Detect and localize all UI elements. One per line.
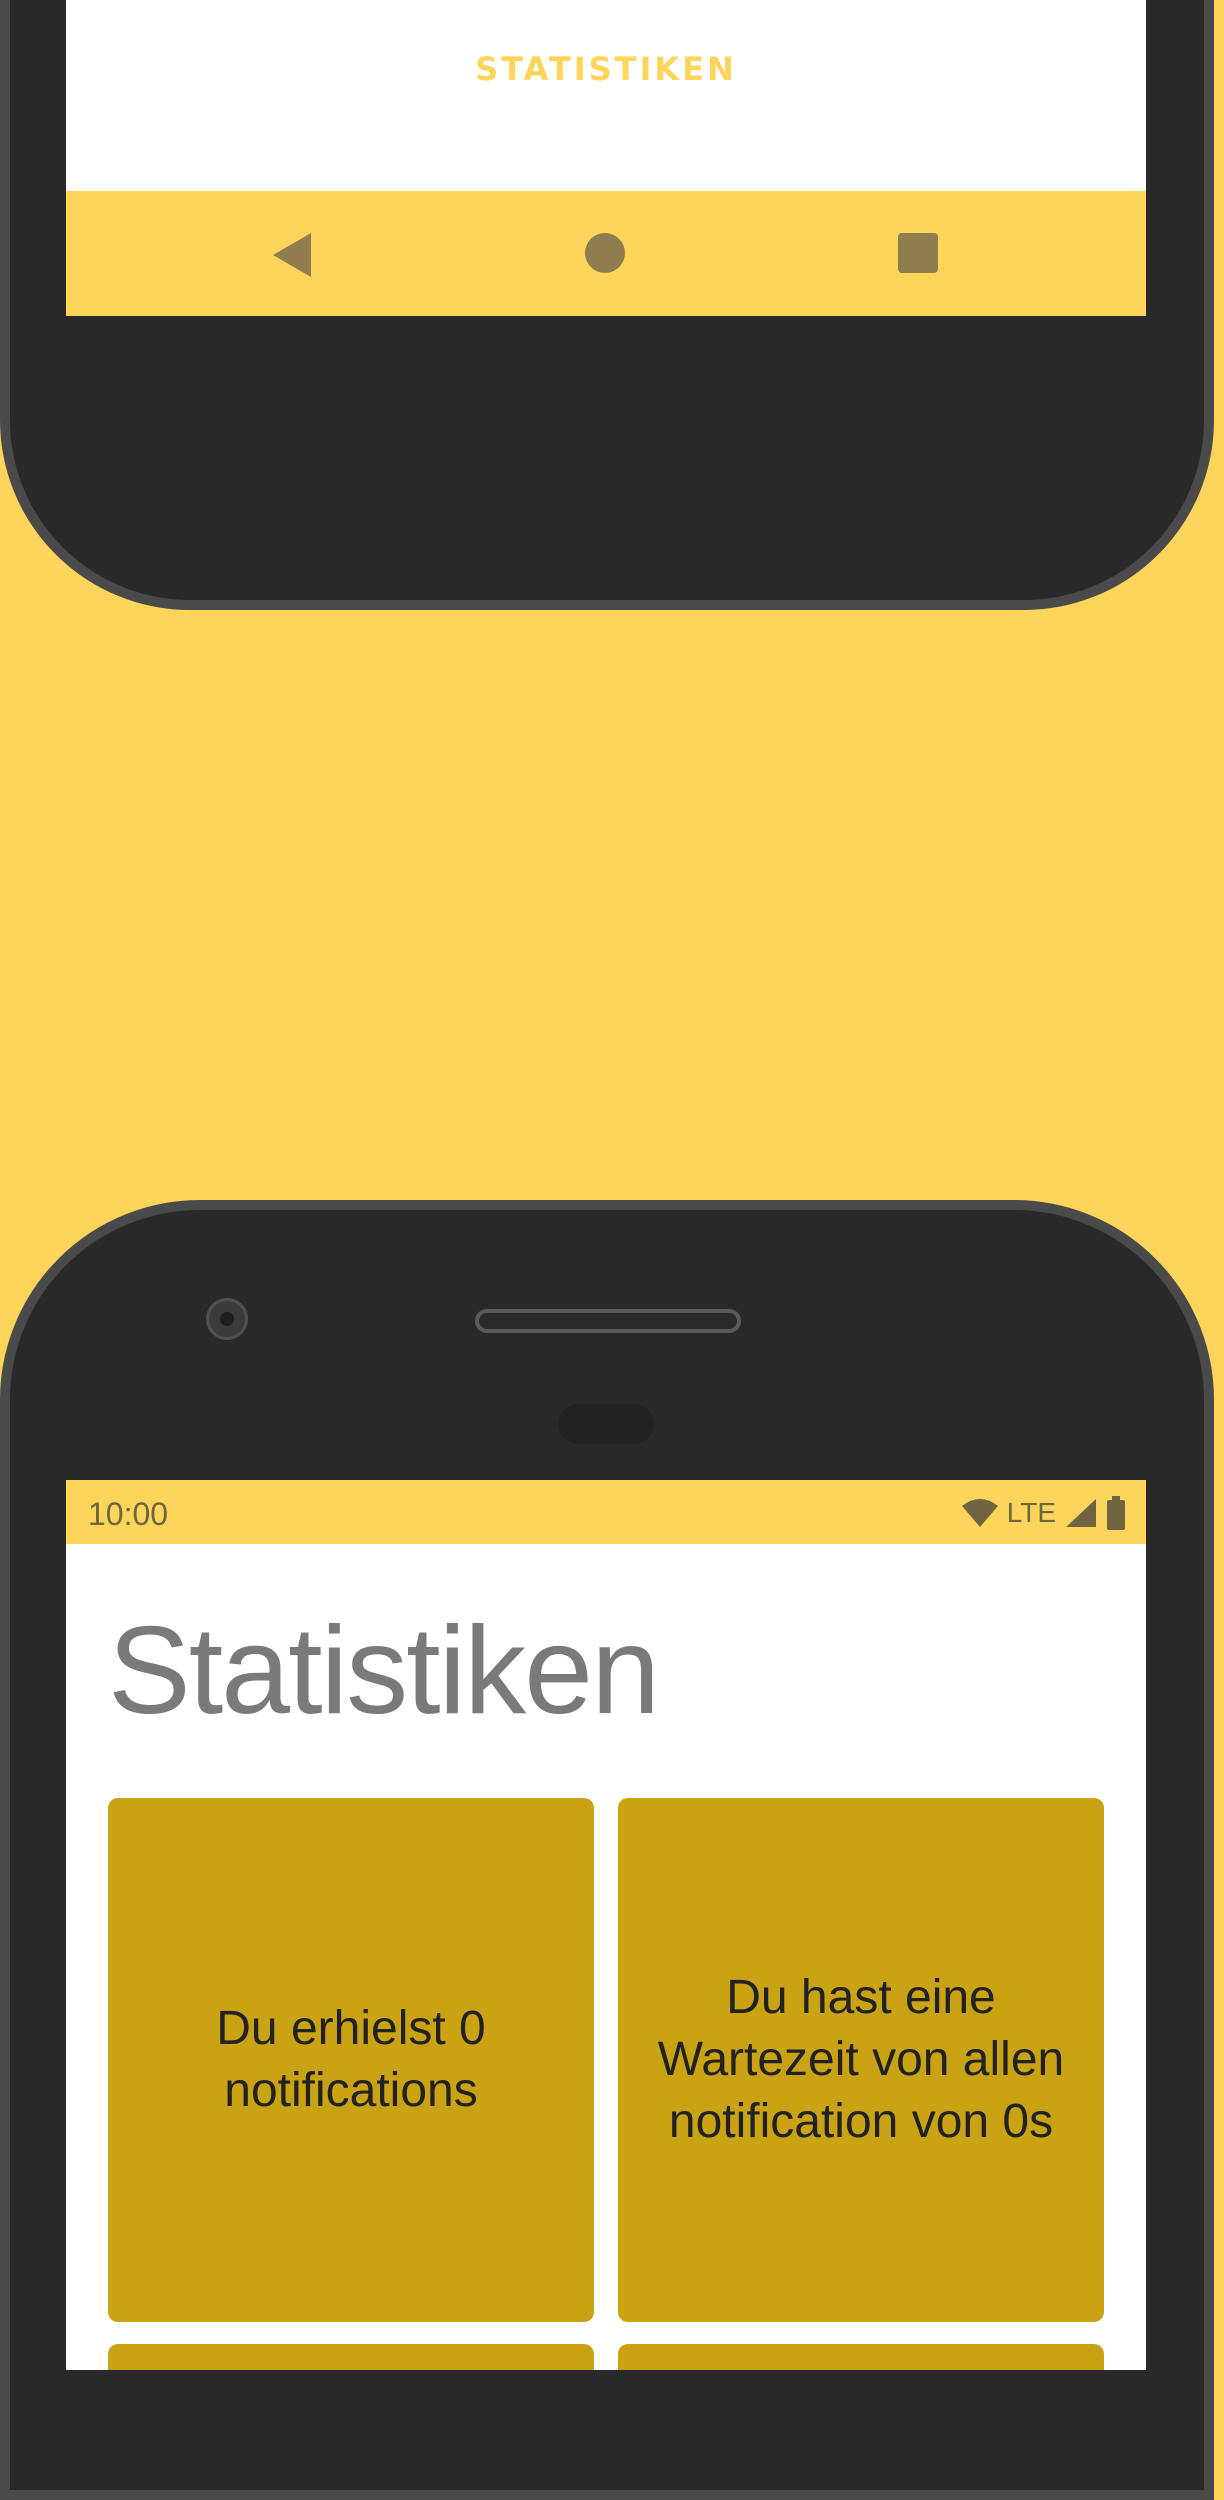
top-screen: STATISTIKEN bbox=[66, 0, 1146, 316]
recent-apps-icon[interactable] bbox=[898, 233, 938, 273]
stat-card[interactable] bbox=[108, 2344, 594, 2370]
status-time: 10:00 bbox=[88, 1496, 169, 1532]
page-title: Statistiken bbox=[108, 1602, 660, 1740]
front-camera-icon bbox=[206, 1298, 248, 1340]
back-icon[interactable] bbox=[273, 233, 311, 277]
network-type: LTE bbox=[1006, 1497, 1056, 1528]
navigation-bar bbox=[66, 191, 1146, 316]
status-icons: LTE bbox=[961, 1496, 1126, 1530]
earpiece-speaker bbox=[475, 1309, 741, 1333]
stat-card[interactable] bbox=[618, 2344, 1104, 2370]
status-bar: 10:00 LTE bbox=[66, 1480, 1146, 1544]
stat-card-text: Du hast eine Wartezeit von allen notific… bbox=[657, 1971, 1065, 2148]
home-icon[interactable] bbox=[585, 233, 625, 273]
stat-card-notifications[interactable]: Du erhielst 0 notifications bbox=[108, 1798, 594, 2322]
stat-card-text: Du erhielst 0 notifications bbox=[216, 2002, 486, 2117]
statistics-tab[interactable]: STATISTIKEN bbox=[66, 50, 1146, 88]
wifi-icon bbox=[961, 1499, 998, 1527]
battery-icon bbox=[1107, 1496, 1125, 1530]
stat-card-wait-time[interactable]: Du hast eine Wartezeit von allen notific… bbox=[618, 1798, 1104, 2322]
signal-icon bbox=[1066, 1499, 1096, 1527]
app-screen: 10:00 LTE Statistiken Du erhielst 0 noti… bbox=[66, 1480, 1146, 2370]
proximity-sensor bbox=[558, 1404, 654, 1444]
